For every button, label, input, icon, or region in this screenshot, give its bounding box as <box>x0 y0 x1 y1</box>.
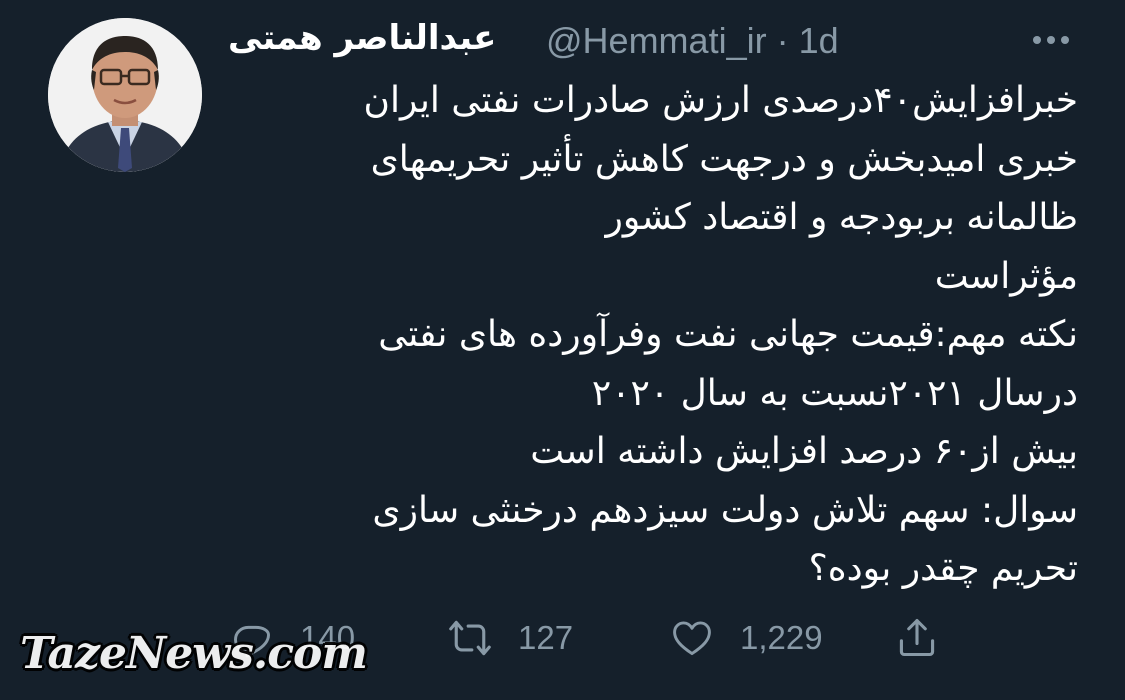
more-button[interactable] <box>1026 18 1076 58</box>
handle[interactable]: @Hemmati_ir <box>546 20 767 61</box>
avatar[interactable] <box>48 18 202 172</box>
watermark: TazeNews.com <box>20 628 368 679</box>
share-button[interactable] <box>895 610 939 666</box>
more-horizontal-icon <box>1033 36 1069 44</box>
tweet-line: خبرافزایش۴۰درصدی ارزش صادرات نفتی ایران <box>363 80 1078 121</box>
tweet-line: بیش از۶۰ درصد افزایش داشته است <box>530 431 1078 472</box>
tweet-header: عبدالناصر همتی @Hemmati_ir · 1d <box>228 14 1108 64</box>
tweet-line: تحریم چقدر بوده؟ <box>808 548 1078 589</box>
retweet-button[interactable]: 127 <box>448 610 573 666</box>
tweet-line: درسال ۲۰۲۱نسبت به سال ۲۰۲۰ <box>591 372 1078 414</box>
heart-icon <box>673 621 711 656</box>
display-name[interactable]: عبدالناصر همتی <box>228 18 496 58</box>
tweet-line: مؤثراست <box>934 255 1078 297</box>
tweet-text: خبرافزایش۴۰درصدی ارزش صادرات نفتی ایران … <box>230 72 1078 599</box>
like-count: 1,229 <box>740 619 823 656</box>
tweet-line: نکته مهم:قیمت جهانی نفت وفرآورده های نفت… <box>378 314 1078 355</box>
retweet-icon <box>449 620 491 656</box>
separator: · <box>776 20 789 61</box>
handle-meta: @Hemmati_ir · 1d <box>546 20 839 62</box>
share-icon <box>899 619 935 657</box>
tweet-line: ظالمانه بربودجه و اقتصاد کشور <box>605 197 1078 238</box>
like-button[interactable]: 1,229 <box>670 610 823 666</box>
tweet-line: سوال: سهم تلاش دولت سیزدهم درخنثی سازی <box>372 489 1078 531</box>
retweet-count: 127 <box>518 619 574 656</box>
timestamp[interactable]: 1d <box>799 20 839 61</box>
tweet-line: خبری امیدبخش و درجهت کاهش تأثیر تحریمهای <box>370 138 1078 180</box>
profile-photo <box>48 18 202 172</box>
